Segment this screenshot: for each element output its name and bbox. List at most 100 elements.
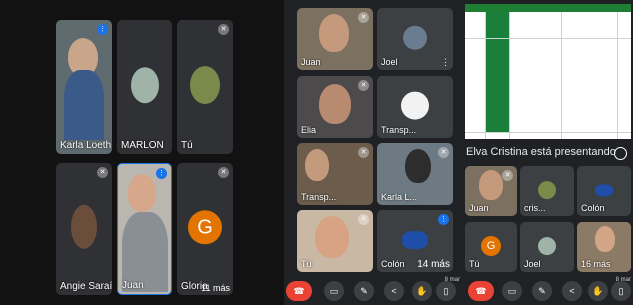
call-controls-bar: 8 mar ☎ ▭ ✎ < ✋ ▯ bbox=[284, 277, 462, 305]
raise-hand-button[interactable]: ✋ bbox=[588, 281, 608, 301]
mic-off-icon: ✕ bbox=[358, 147, 369, 158]
mic-off-icon: ✕ bbox=[358, 214, 369, 225]
participant-name: Colón bbox=[381, 259, 405, 269]
hang-up-button[interactable]: ☎ bbox=[286, 281, 312, 301]
participant-initial-avatar: G bbox=[188, 210, 222, 245]
share-button[interactable]: < bbox=[562, 281, 582, 301]
participant-name: Joel bbox=[524, 259, 541, 269]
speaking-indicator-icon: ⋮ bbox=[97, 24, 108, 35]
participant-tile[interactable]: Colón bbox=[577, 166, 631, 216]
participant-video bbox=[64, 70, 104, 140]
presentation-options-icon[interactable] bbox=[614, 147, 627, 160]
participant-tile[interactable]: Transp... bbox=[377, 76, 453, 138]
participant-name: Angie Saraí bbox=[60, 281, 112, 292]
participant-video bbox=[479, 170, 503, 200]
participant-tile[interactable]: 16 más bbox=[577, 222, 631, 272]
spreadsheet-header bbox=[465, 4, 631, 12]
spreadsheet-highlight-column bbox=[485, 12, 509, 132]
trash-icon[interactable]: ▯ bbox=[611, 281, 631, 301]
participant-tile[interactable]: ⋮ Karla Loeth bbox=[56, 20, 112, 154]
mic-off-icon: ✕ bbox=[358, 80, 369, 91]
grid-line bbox=[485, 12, 486, 139]
trash-icon[interactable]: ▯ bbox=[436, 281, 456, 301]
more-participants-label[interactable]: 11 más bbox=[201, 283, 230, 293]
participant-avatar bbox=[190, 66, 220, 105]
grid-line bbox=[617, 12, 618, 139]
mic-off-icon: ✕ bbox=[358, 12, 369, 23]
participant-tile[interactable]: Joel bbox=[520, 222, 574, 272]
mic-toggle-button[interactable]: ✎ bbox=[532, 281, 552, 301]
participant-name: Juan bbox=[301, 57, 321, 67]
share-button[interactable]: < bbox=[384, 281, 404, 301]
participant-name: Joel bbox=[381, 57, 398, 67]
mic-off-icon: ✕ bbox=[218, 167, 229, 178]
participant-avatar bbox=[538, 181, 556, 200]
participant-name: cris... bbox=[524, 203, 546, 213]
participant-tile[interactable]: ⋮ Colón 14 más bbox=[377, 210, 453, 272]
participant-name: Tú bbox=[301, 259, 312, 269]
participant-tile[interactable]: ✕ Juan bbox=[297, 8, 373, 70]
participant-tile[interactable]: cris... bbox=[520, 166, 574, 216]
participant-avatar bbox=[130, 67, 159, 104]
speaking-indicator-icon: ⋮ bbox=[156, 168, 167, 179]
participant-tile[interactable]: G Tú bbox=[465, 222, 517, 272]
participant-tile[interactable]: ✕ Juan bbox=[465, 166, 517, 216]
participant-avatar bbox=[71, 204, 97, 249]
grid-line bbox=[509, 12, 510, 139]
grid-line bbox=[561, 12, 562, 139]
participant-video bbox=[319, 84, 351, 124]
participant-name: Transp... bbox=[301, 192, 337, 202]
presentation-spreadsheet bbox=[465, 4, 631, 139]
participant-name: Juan bbox=[469, 203, 489, 213]
hang-up-button[interactable]: ☎ bbox=[468, 281, 494, 301]
participant-name: Elia bbox=[301, 125, 317, 135]
more-participants-label[interactable]: 16 más bbox=[581, 259, 611, 269]
more-options-icon[interactable]: ⋮ bbox=[441, 57, 450, 68]
participant-name: Tú bbox=[469, 259, 480, 269]
participant-tile[interactable]: ✕ Elia bbox=[297, 76, 373, 138]
participant-tile[interactable]: G ✕ Gloria 11 más bbox=[177, 163, 233, 295]
participant-name: Colón bbox=[581, 203, 605, 213]
participant-video bbox=[319, 14, 349, 52]
grid-line bbox=[465, 132, 631, 133]
participant-tile[interactable]: ✕ Angie Saraí bbox=[56, 163, 112, 295]
participant-video bbox=[305, 149, 329, 181]
mic-off-icon: ✕ bbox=[218, 24, 229, 35]
mic-off-icon: ✕ bbox=[502, 170, 513, 181]
participant-video bbox=[128, 174, 156, 212]
participant-tile[interactable]: ✕ Karla L... bbox=[377, 143, 453, 205]
call-controls-bar: 8 mar ☎ ▭ ✎ < ✋ ▯ bbox=[462, 277, 633, 305]
participant-tile[interactable]: ✕ Tú bbox=[177, 20, 233, 154]
meet-panel-presentation: Elva Cristina está presentando ✕ Juan cr… bbox=[462, 0, 633, 305]
participant-tile[interactable]: MARLON bbox=[117, 20, 172, 154]
participant-video bbox=[315, 216, 349, 258]
raise-hand-button[interactable]: ✋ bbox=[412, 281, 432, 301]
camera-toggle-button[interactable]: ▭ bbox=[502, 281, 522, 301]
camera-toggle-button[interactable]: ▭ bbox=[324, 281, 344, 301]
participant-tile-active[interactable]: ⋮ Juan bbox=[117, 163, 172, 295]
mic-toggle-button[interactable]: ✎ bbox=[354, 281, 374, 301]
participant-video bbox=[405, 149, 431, 183]
participant-avatar bbox=[401, 91, 429, 120]
participant-name: Karla Loeth bbox=[60, 140, 112, 151]
more-participants-label[interactable]: 14 más bbox=[417, 259, 450, 270]
participant-name: Transp... bbox=[381, 125, 417, 135]
participant-avatar bbox=[402, 231, 428, 250]
participant-initial-avatar: G bbox=[481, 236, 501, 256]
participant-name: Tú bbox=[181, 140, 193, 151]
participant-tile[interactable]: ✕ Transp... bbox=[297, 143, 373, 205]
presenting-banner: Elva Cristina está presentando bbox=[462, 141, 633, 163]
speaking-indicator-icon: ⋮ bbox=[438, 214, 449, 225]
participant-name: Karla L... bbox=[381, 192, 418, 202]
participant-tile[interactable]: Joel ⋮ bbox=[377, 8, 453, 70]
meet-panel-grid-middle: ✕ Juan Joel ⋮ ✕ Elia Transp... ✕ Transp.… bbox=[284, 0, 462, 305]
mic-off-icon: ✕ bbox=[438, 147, 449, 158]
meet-panel-grid-left: ⋮ Karla Loeth MARLON ✕ Tú ✕ Angie Saraí … bbox=[0, 0, 284, 305]
participant-avatar bbox=[538, 237, 556, 256]
participant-name: MARLON bbox=[121, 140, 164, 151]
participant-name: Juan bbox=[122, 280, 144, 291]
mic-off-icon: ✕ bbox=[97, 167, 108, 178]
participant-tile[interactable]: ✕ Tú bbox=[297, 210, 373, 272]
participant-video bbox=[595, 226, 615, 252]
grid-line bbox=[465, 38, 631, 39]
